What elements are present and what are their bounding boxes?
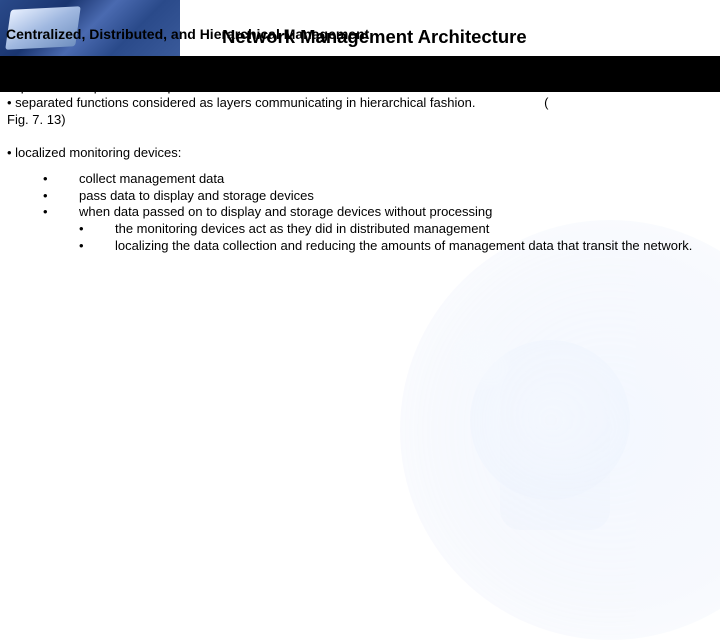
background-watermark [360, 260, 720, 540]
list-item: • when data passed on to display and sto… [43, 204, 713, 221]
slide-content: • Hierarchical : management functions (m… [7, 62, 713, 254]
bullet-mark: • [43, 171, 79, 188]
body-line-2: • separated functions considered as laye… [7, 95, 713, 112]
list-item: • collect management data [43, 171, 713, 188]
bullet-text: collect management data [79, 171, 713, 188]
bullet-text: pass data to display and storage devices [79, 188, 713, 205]
bullet-text: localizing the data collection and reduc… [115, 238, 713, 255]
bullet-mark: • [79, 238, 115, 255]
bullet-list: • collect management data • pass data to… [43, 171, 713, 254]
fig-open: ( [544, 95, 548, 110]
bullet-mark: • [43, 204, 79, 221]
list-item: • pass data to display and storage devic… [43, 188, 713, 205]
intro-line: • Hierarchical : management functions (m… [7, 62, 713, 79]
bullet-text: when data passed on to display and stora… [79, 204, 713, 221]
body-line-2-text: • separated functions considered as laye… [7, 95, 475, 110]
list-item: • the monitoring devices act as they did… [79, 221, 713, 238]
body-line-3: Fig. 7. 13) [7, 112, 713, 129]
bullet-mark: • [43, 188, 79, 205]
slide-header: Centralized, Distributed, and Hierarchic… [0, 0, 720, 56]
slide-subtitle: Centralized, Distributed, and Hierarchic… [6, 26, 369, 42]
watermark-circle [450, 330, 510, 390]
list-item: • localizing the data collection and red… [79, 238, 713, 255]
bullet-mark: • [79, 221, 115, 238]
hierarchical-label: Hierarchical [15, 62, 87, 77]
bullet-mark: • [7, 62, 12, 77]
watermark-figure [500, 350, 610, 530]
fig-paren [475, 95, 544, 110]
section-localized: • localized monitoring devices: [7, 145, 713, 162]
sub-bullet-list: • the monitoring devices act as they did… [79, 221, 713, 254]
intro-rest: : management functions (monitoring, disp… [87, 62, 514, 77]
bullet-text: the monitoring devices act as they did i… [115, 221, 713, 238]
body-line-1: separated and placed on separate devices… [7, 79, 713, 96]
